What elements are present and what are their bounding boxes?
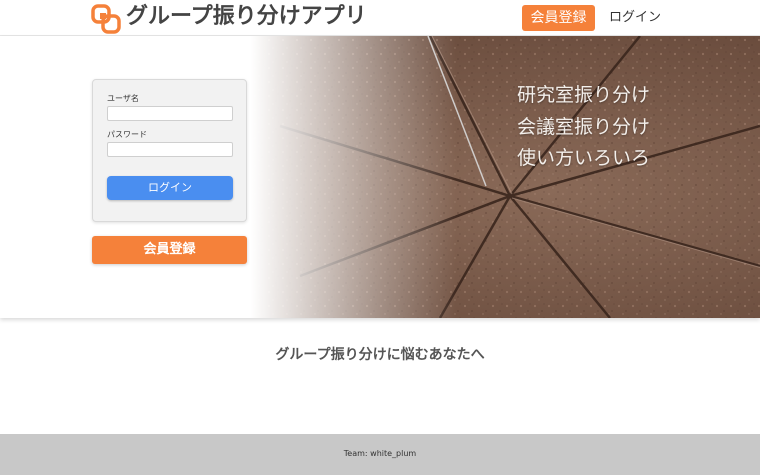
username-label: ユーザ名	[107, 94, 139, 103]
login-button[interactable]: ログイン	[107, 176, 233, 200]
login-form: ユーザ名 パスワード ログイン	[92, 79, 247, 222]
section-heading: グループ振り分けに悩むあなたへ	[275, 347, 485, 363]
password-label: パスワード	[107, 130, 147, 139]
footer-team-text: Team: white_plum	[343, 449, 417, 458]
register-button[interactable]: 会員登録	[92, 236, 247, 264]
hero-tagline-3: 使い方いろいろ	[517, 147, 651, 169]
app-title[interactable]: グループ振り分けアプリ	[126, 3, 367, 31]
hero-tagline-2: 会議室振り分け	[517, 116, 651, 138]
username-input[interactable]	[107, 106, 233, 121]
header-register-button[interactable]: 会員登録	[522, 5, 595, 31]
site-footer: Team: white_plum	[0, 434, 760, 475]
linked-squares-logo-icon[interactable]	[91, 4, 121, 34]
hero-tagline-1: 研究室振り分け	[517, 84, 651, 106]
password-input[interactable]	[107, 142, 233, 157]
site-header: グループ振り分けアプリ 会員登録 ログイン	[0, 0, 760, 36]
header-login-link[interactable]: ログイン	[609, 8, 661, 28]
